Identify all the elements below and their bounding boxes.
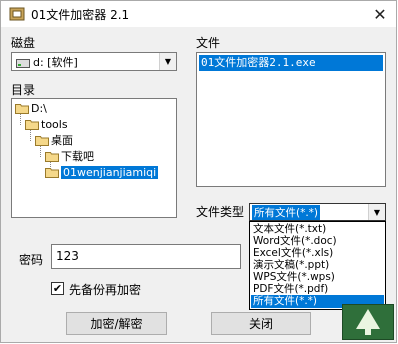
- tree-node-label: 桌面: [51, 134, 73, 147]
- tree-node-label: 下载吧: [61, 150, 94, 163]
- filetype-label: 文件类型: [196, 205, 245, 219]
- files-label: 文件: [196, 36, 221, 50]
- password-value: 123: [56, 249, 79, 263]
- drive-icon: [16, 58, 30, 68]
- tree-node[interactable]: tools: [25, 116, 68, 132]
- tree-node[interactable]: 桌面: [35, 132, 73, 148]
- open-folder-icon: [15, 103, 29, 114]
- close-icon: ✕: [373, 4, 387, 24]
- open-folder-icon: [45, 167, 59, 178]
- chevron-down-icon[interactable]: ▼: [368, 204, 385, 220]
- app-window: 01文件加密器 2.1 ✕ 磁盘 d: [软件] ▼ 目录 D:\ tools …: [0, 0, 397, 343]
- drive-value: d: [软件]: [16, 54, 78, 70]
- open-folder-icon: [45, 151, 59, 162]
- tree-node[interactable]: 下载吧: [45, 148, 94, 164]
- tree-node-label: D:\: [31, 101, 47, 115]
- tree-node-label: tools: [41, 117, 68, 131]
- close-window-button[interactable]: ✕: [370, 4, 390, 24]
- file-list-item[interactable]: 01文件加密器2.1.exe: [199, 55, 383, 71]
- close-button[interactable]: 关闭: [211, 312, 311, 335]
- chevron-down-icon[interactable]: ▼: [159, 53, 176, 70]
- open-folder-icon: [35, 135, 49, 146]
- tree-node-selected[interactable]: 01wenjianjiamiqi: [45, 164, 159, 180]
- tree-node-label: 01wenjianjiamiqi: [61, 165, 159, 179]
- filetype-select[interactable]: 所有文件(*.*) ▼: [249, 203, 386, 221]
- directory-label: 目录: [11, 83, 36, 97]
- backup-label[interactable]: 先备份再加密: [69, 281, 141, 298]
- app-icon: [9, 6, 25, 22]
- directory-tree[interactable]: D:\ tools 桌面 下载吧 01wenjianjiamiqi: [11, 98, 177, 218]
- tree-logo-icon: [343, 305, 393, 339]
- password-label: 密码: [19, 253, 44, 267]
- tree-node[interactable]: D:\: [15, 100, 47, 116]
- drive-label: 磁盘: [11, 36, 36, 50]
- window-title: 01文件加密器 2.1: [31, 7, 130, 22]
- file-list[interactable]: 01文件加密器2.1.exe: [196, 52, 386, 187]
- drive-value-text: d: [软件]: [33, 56, 78, 69]
- check-icon: ✔: [52, 282, 63, 295]
- encrypt-decrypt-button[interactable]: 加密/解密: [66, 312, 167, 335]
- password-input[interactable]: 123: [51, 244, 241, 269]
- title-bar[interactable]: 01文件加密器 2.1 ✕: [1, 1, 396, 27]
- filetype-dropdown[interactable]: 文本文件(*.txt) Word文件(*.doc) Excel文件(*.xls)…: [249, 221, 386, 310]
- backup-checkbox[interactable]: ✔: [51, 282, 64, 295]
- filetype-value: 所有文件(*.*): [252, 205, 321, 220]
- publisher-logo: [342, 304, 394, 340]
- open-folder-icon: [25, 119, 39, 130]
- drive-select[interactable]: d: [软件] ▼: [11, 52, 177, 71]
